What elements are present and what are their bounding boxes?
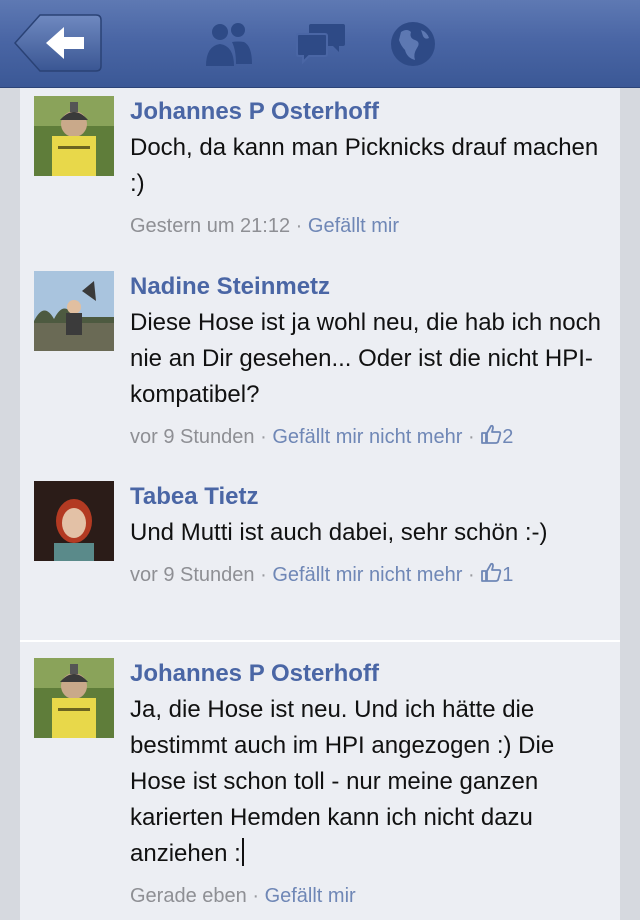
comment-author[interactable]: Johannes P Osterhoff <box>130 96 606 128</box>
comment-time: Gestern um 21:12 <box>130 215 291 237</box>
thumbs-up-icon <box>481 424 502 444</box>
friends-icon[interactable] <box>202 20 254 68</box>
meta-separator: · <box>260 426 267 448</box>
back-arrow-icon <box>13 14 102 72</box>
top-navigation-bar <box>0 0 640 88</box>
thumbs-up-icon <box>481 562 502 582</box>
meta-separator: · <box>260 564 267 586</box>
avatar[interactable] <box>34 481 114 561</box>
comment-meta: Gestern um 21:12 · Gefällt mir <box>130 212 606 240</box>
comment-time: vor 9 Stunden <box>130 426 255 448</box>
messages-icon[interactable] <box>295 20 347 68</box>
like-link[interactable]: Gefällt mir <box>265 885 356 907</box>
comment-author[interactable]: Tabea Tietz <box>130 481 606 513</box>
comment-text: Diese Hose ist ja wohl neu, die hab ich … <box>130 309 601 408</box>
comment-text-value: Ja, die Hose ist neu. Und ich hätte die … <box>130 696 555 867</box>
meta-separator: · <box>467 426 475 448</box>
comment-text: Ja, die Hose ist neu. Und ich hätte die … <box>130 692 606 872</box>
comment-meta: Gerade eben · Gefällt mir <box>130 882 606 910</box>
like-count[interactable]: 2 <box>480 424 514 448</box>
comment-text: Doch, da kann man Picknicks drauf machen… <box>130 134 599 197</box>
like-count[interactable]: 1 <box>480 562 514 586</box>
text-cursor <box>241 838 244 866</box>
avatar[interactable] <box>34 96 114 176</box>
back-button[interactable] <box>13 14 102 72</box>
comment-author[interactable]: Johannes P Osterhoff <box>130 658 606 690</box>
unlike-link[interactable]: Gefällt mir nicht mehr <box>272 426 462 448</box>
divider <box>20 640 620 642</box>
globe-icon[interactable] <box>387 20 439 68</box>
like-link[interactable]: Gefällt mir <box>308 215 399 237</box>
meta-separator: · <box>295 215 303 237</box>
comment-time: Gerade eben <box>130 885 247 907</box>
comment-text: Und Mutti ist auch dabei, sehr schön :-) <box>130 519 548 546</box>
comment-time: vor 9 Stunden <box>130 564 255 586</box>
avatar[interactable] <box>34 658 114 738</box>
comment-meta: vor 9 Stunden · Gefällt mir nicht mehr ·… <box>130 423 606 451</box>
comments-panel: Johannes P Osterhoff Doch, da kann man P… <box>20 88 620 920</box>
like-count-value: 2 <box>502 426 514 448</box>
comment-author[interactable]: Nadine Steinmetz <box>130 271 606 303</box>
unlike-link[interactable]: Gefällt mir nicht mehr <box>272 564 462 586</box>
comment-meta: vor 9 Stunden · Gefällt mir nicht mehr ·… <box>130 561 606 589</box>
like-count-value: 1 <box>502 564 514 586</box>
meta-separator: · <box>252 885 259 907</box>
meta-separator: · <box>467 564 475 586</box>
avatar[interactable] <box>34 271 114 351</box>
